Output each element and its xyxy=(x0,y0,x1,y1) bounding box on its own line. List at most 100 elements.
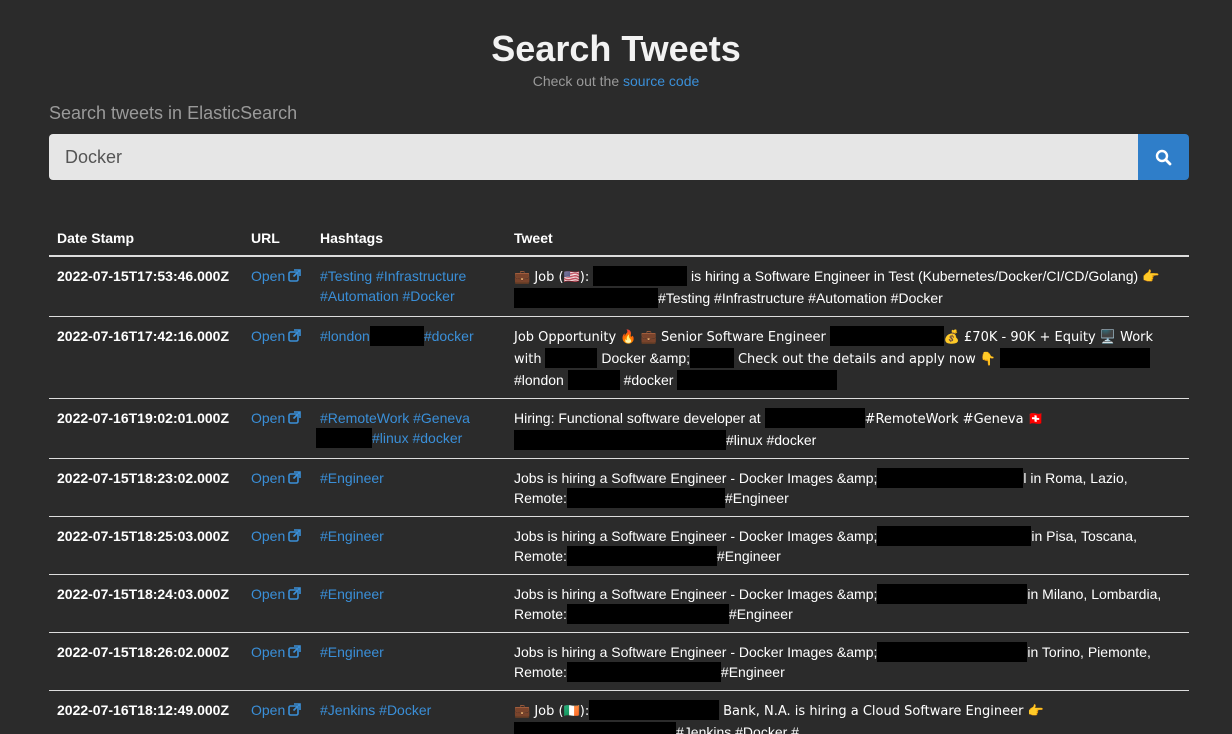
hashtag-link[interactable]: #Engineer xyxy=(320,528,384,544)
table-row: 2022-07-15T18:23:02.000Z Open #Engineer … xyxy=(49,458,1189,517)
open-link[interactable]: Open xyxy=(251,528,302,544)
search-input[interactable] xyxy=(49,134,1138,180)
table-row: 2022-07-16T19:02:01.000Z Open #RemoteWor… xyxy=(49,398,1189,459)
tweet-text: Remote: xyxy=(514,548,567,564)
redacted-block xyxy=(566,488,725,508)
tweet-text: Jobs is hiring a Software Engineer - Doc… xyxy=(514,586,878,602)
tweet-cell: 💼 Job (🇮🇪): Bank, N.A. is hiring a Cloud… xyxy=(506,690,1189,734)
hashtag-link[interactable]: #Engineer xyxy=(320,586,384,602)
hashtag-link[interactable]: #Infrastructure xyxy=(376,268,466,284)
tweet-text: Hiring: Functional software developer at xyxy=(514,410,761,426)
tweet-text: #linux #docker xyxy=(726,432,817,448)
tweet-text: l in Roma, Lazio, xyxy=(1023,470,1128,486)
redacted-block xyxy=(566,662,721,682)
redacted-block xyxy=(589,700,720,720)
tweet-text: Jobs is hiring a Software Engineer - Doc… xyxy=(514,644,878,660)
redacted-block xyxy=(877,584,1028,604)
hashtag-link[interactable]: #Automation xyxy=(320,288,399,304)
table-header-row: Date Stamp URL Hashtags Tweet xyxy=(49,222,1189,257)
redacted-block xyxy=(514,722,676,734)
search-label: Search tweets in ElasticSearch xyxy=(49,103,298,123)
open-link[interactable]: Open xyxy=(251,470,302,486)
external-link-icon xyxy=(288,329,302,342)
external-link-icon xyxy=(288,587,302,600)
url-cell: Open xyxy=(243,632,312,691)
tweet-text: Check out the details and apply now 👇 xyxy=(737,352,997,367)
search-row xyxy=(49,134,1189,180)
open-link[interactable]: Open xyxy=(251,328,302,344)
tweet-text: #Engineer xyxy=(724,490,789,506)
external-link-icon xyxy=(288,645,302,658)
hashtag-link[interactable]: #Engineer xyxy=(320,470,384,486)
redacted-block xyxy=(999,348,1150,368)
column-header-tweet: Tweet xyxy=(506,222,1189,257)
subtitle-text: Check out the xyxy=(532,73,620,89)
hashtag-link[interactable]: #Engineer xyxy=(320,644,384,660)
redacted-block xyxy=(316,428,372,448)
table-row: 2022-07-16T18:12:49.000Z Open #Jenkins #… xyxy=(49,690,1189,734)
open-link[interactable]: Open xyxy=(251,586,302,602)
hashtag-link[interactable]: #linux xyxy=(372,430,409,446)
tweet-text: Remote: xyxy=(514,490,567,506)
date-cell: 2022-07-15T18:23:02.000Z xyxy=(49,458,243,517)
open-link-label: Open xyxy=(251,528,286,544)
tweet-text: Remote: xyxy=(514,606,567,622)
redacted-block xyxy=(566,604,729,624)
table-body: 2022-07-15T17:53:46.000Z Open #Testing #… xyxy=(49,256,1189,734)
hashtag-link[interactable]: #RemoteWork xyxy=(320,410,409,426)
table-row: 2022-07-15T18:26:02.000Z Open #Engineer … xyxy=(49,632,1189,691)
hashtag-link[interactable]: #docker xyxy=(424,328,474,344)
open-link[interactable]: Open xyxy=(251,644,302,660)
hashtag-link[interactable]: #Geneva xyxy=(413,410,470,426)
open-link-label: Open xyxy=(251,702,286,718)
hashtag-link[interactable]: #Docker xyxy=(403,288,455,304)
date-cell: 2022-07-15T18:25:03.000Z xyxy=(49,516,243,575)
redacted-block xyxy=(877,642,1028,662)
redacted-block xyxy=(677,370,838,390)
column-header-date: Date Stamp xyxy=(49,222,243,257)
redacted-block xyxy=(829,326,944,346)
date-cell: 2022-07-16T17:42:16.000Z xyxy=(49,316,243,399)
external-link-icon xyxy=(288,471,302,484)
hashtag-link[interactable]: #docker xyxy=(412,430,462,446)
table-row: 2022-07-15T18:25:03.000Z Open #Engineer … xyxy=(49,516,1189,575)
hashtag-link[interactable]: #london xyxy=(320,328,370,344)
date-cell: 2022-07-15T18:26:02.000Z xyxy=(49,632,243,691)
search-button[interactable] xyxy=(1138,134,1189,180)
tweet-text: #Engineer xyxy=(720,664,785,680)
tweets-table: Date Stamp URL Hashtags Tweet 2022-07-15… xyxy=(49,222,1189,734)
tweet-text: Docker &amp; xyxy=(601,350,691,366)
redacted-block xyxy=(877,468,1024,488)
tweet-text: in Milano, Lombardia, xyxy=(1027,586,1162,602)
tweet-text: is hiring a Software Engineer in Test (K… xyxy=(690,268,1160,284)
tweet-text: in Pisa, Toscana, xyxy=(1031,528,1137,544)
url-cell: Open xyxy=(243,316,312,399)
column-header-hashtags: Hashtags xyxy=(312,222,506,257)
hashtag-link[interactable]: #Jenkins xyxy=(320,702,375,718)
page-header: Search Tweets Check out the source code xyxy=(0,0,1232,90)
table-row: 2022-07-15T17:53:46.000Z Open #Testing #… xyxy=(49,256,1189,317)
tweet-cell: Jobs is hiring a Software Engineer - Doc… xyxy=(506,574,1189,633)
tweet-text: Jobs is hiring a Software Engineer - Doc… xyxy=(514,528,878,544)
table-row: 2022-07-15T18:24:03.000Z Open #Engineer … xyxy=(49,574,1189,633)
open-link[interactable]: Open xyxy=(251,702,302,718)
source-code-link[interactable]: source code xyxy=(623,73,699,89)
hashtag-link[interactable]: #Docker xyxy=(379,702,431,718)
tweet-text: #RemoteWork #Geneva 🇨🇭 xyxy=(864,412,1044,427)
external-link-icon xyxy=(288,411,302,424)
tweet-text: Job Opportunity 🔥 💼 Senior Software Engi… xyxy=(514,330,826,345)
open-link-label: Open xyxy=(251,586,286,602)
open-link-label: Open xyxy=(251,644,286,660)
open-link-label: Open xyxy=(251,268,286,284)
hashtag-link[interactable]: #Testing xyxy=(320,268,372,284)
open-link-label: Open xyxy=(251,328,286,344)
hashtags-cell: #london #docker xyxy=(312,316,506,399)
url-cell: Open xyxy=(243,458,312,517)
tweet-text: #Engineer xyxy=(728,606,793,622)
tweet-cell: Job Opportunity 🔥 💼 Senior Software Engi… xyxy=(506,316,1189,399)
redacted-block xyxy=(690,348,735,368)
open-link[interactable]: Open xyxy=(251,410,302,426)
redacted-block xyxy=(369,326,424,346)
column-header-url: URL xyxy=(243,222,312,257)
open-link[interactable]: Open xyxy=(251,268,302,284)
